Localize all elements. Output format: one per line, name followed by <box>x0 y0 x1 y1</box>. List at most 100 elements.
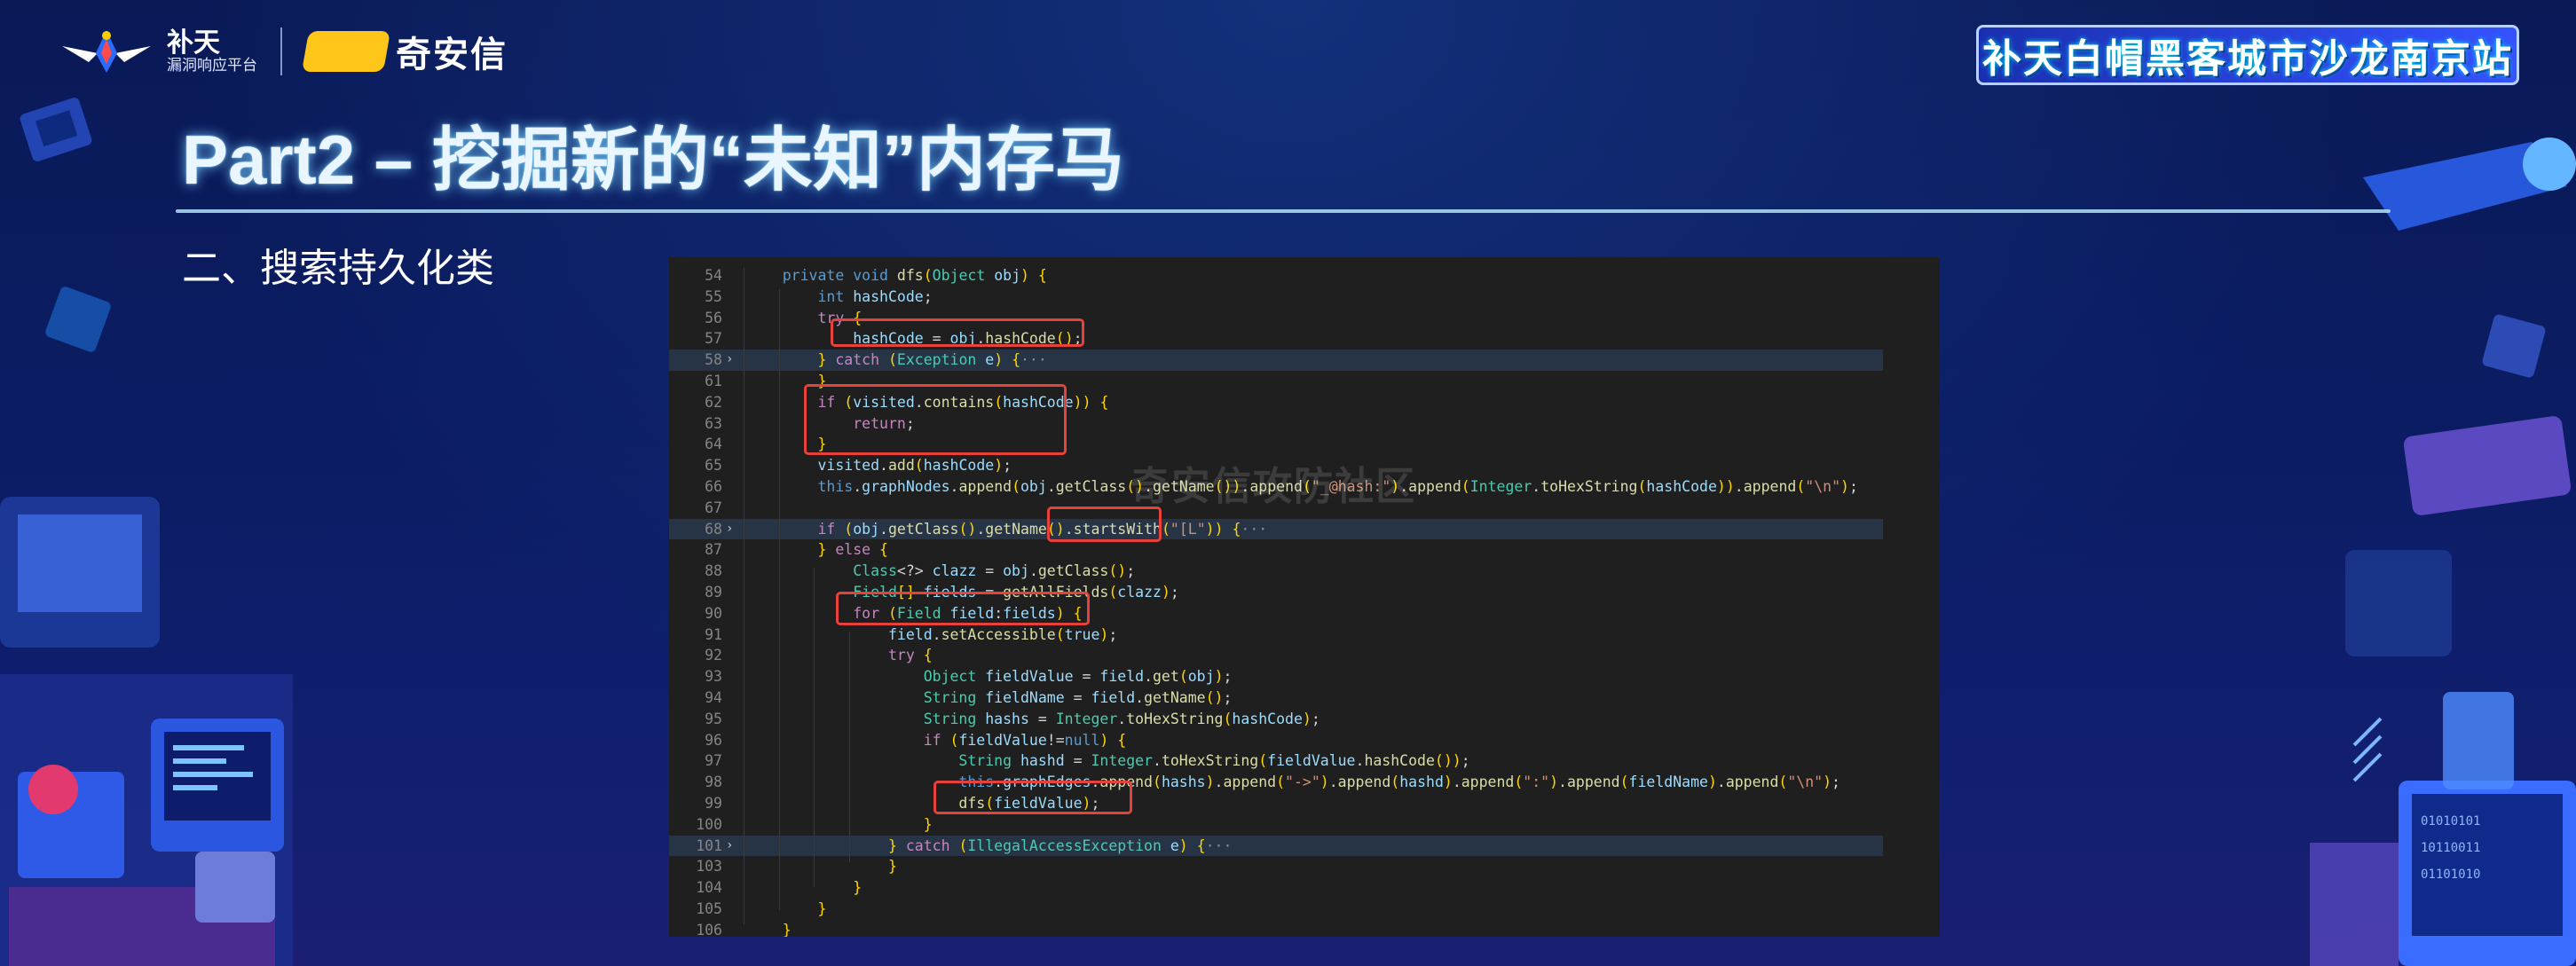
logo-name: 补天 <box>167 28 220 59</box>
line-number: 89 <box>705 584 722 601</box>
line-number: 103 <box>696 858 722 876</box>
code-text: field.setAccessible(true); <box>887 625 1118 643</box>
line-number: 63 <box>705 414 722 432</box>
line-number: 68 <box>705 520 722 538</box>
line-number: 99 <box>705 795 722 812</box>
partner-name: 奇安信 <box>396 35 508 75</box>
line-number: 94 <box>705 689 722 706</box>
code-line: 92 try { <box>669 645 1940 666</box>
line-number: 67 <box>705 499 722 516</box>
code-line: 55 int hashCode; <box>669 287 1940 308</box>
code-line: 100 } <box>669 814 1940 836</box>
code-text: try { <box>887 647 933 664</box>
code-text: Class<?> clazz = obj.getClass(); <box>853 562 1136 580</box>
code-line: 106 } <box>669 920 1940 937</box>
line-number: 66 <box>705 478 722 495</box>
code-line: 88 Class<?> clazz = obj.getClass(); <box>669 561 1940 582</box>
code-text: } catch (IllegalAccessException e) {··· <box>887 836 1233 854</box>
line-number: 93 <box>705 668 722 686</box>
line-number: 57 <box>705 330 722 348</box>
logo-subtitle: 漏洞响应平台 <box>167 57 257 75</box>
code-text: visited.add(hashCode); <box>817 457 1012 475</box>
fold-chevron-icon[interactable]: › <box>726 349 740 371</box>
line-number: 100 <box>696 815 722 833</box>
highlight-box-for-loop <box>836 592 1090 625</box>
code-line: 94 String fieldName = field.getName(); <box>669 687 1940 709</box>
fold-chevron-icon[interactable]: › <box>726 836 740 857</box>
code-text: this.graphEdges.append(hashs).append("->… <box>958 774 1840 791</box>
code-text: } catch (Exception e) {··· <box>817 351 1047 369</box>
code-text: } else { <box>817 541 888 559</box>
line-number: 96 <box>705 731 722 749</box>
code-line: 99 dfs(fieldValue); <box>669 793 1940 814</box>
code-text: } <box>923 815 933 833</box>
code-text: if (obj.getClass().getName().startsWith(… <box>817 520 1268 538</box>
code-line: 101 › } catch (IllegalAccessException e) … <box>669 835 1883 857</box>
qianxin-logo: 奇安信 <box>301 26 508 77</box>
code-line: 93 Object fieldValue = field.get(obj); <box>669 666 1940 687</box>
highlight-box-visited <box>804 384 1067 455</box>
indent-guide <box>779 289 780 910</box>
butian-logo-text: 补天 漏洞响应平台 <box>167 28 257 75</box>
line-number: 55 <box>705 287 722 305</box>
line-number: 97 <box>705 752 722 770</box>
code-line: 103 } <box>669 856 1940 877</box>
code-text: String hashs = Integer.toHexString(hashC… <box>923 710 1320 727</box>
line-number: 64 <box>705 436 722 453</box>
indent-guide <box>849 632 850 862</box>
brand-divider <box>280 27 282 75</box>
title-divider <box>176 209 2391 213</box>
code-text: } <box>887 858 897 876</box>
line-number: 98 <box>705 774 722 791</box>
code-line: 104 } <box>669 877 1940 899</box>
code-text: if (fieldValue!=null) { <box>923 731 1127 749</box>
line-number: 104 <box>696 879 722 897</box>
svg-text:01010101: 01010101 <box>2421 814 2480 829</box>
event-title-badge: 补天白帽黑客城市沙龙南京站 <box>1976 25 2519 85</box>
line-number: 65 <box>705 457 722 475</box>
svg-text:01101010: 01101010 <box>2421 868 2480 882</box>
code-text: private void dfs(Object obj) { <box>782 267 1047 284</box>
section-heading: 二、搜索持久化类 <box>182 247 494 290</box>
code-text: Object fieldValue = field.get(obj); <box>923 668 1233 686</box>
line-number: 87 <box>705 541 722 559</box>
code-line: 54 private void dfs(Object obj) { <box>669 265 1940 287</box>
line-number: 58 <box>705 351 722 369</box>
code-line: 98 this.graphEdges.append(hashs).append(… <box>669 772 1940 793</box>
line-number: 54 <box>705 267 722 284</box>
line-number: 90 <box>705 604 722 622</box>
line-number: 61 <box>705 373 722 389</box>
code-text: } <box>853 879 863 897</box>
code-line: 97 String hashd = Integer.toHexString(fi… <box>669 750 1940 772</box>
code-line: 58 › } catch (Exception e) {··· <box>669 349 1883 371</box>
line-number: 92 <box>705 647 722 664</box>
code-line: 91 field.setAccessible(true); <box>669 624 1940 646</box>
line-number: 95 <box>705 710 722 727</box>
line-number: 91 <box>705 625 722 643</box>
watermark: 奇安信攻防社区 <box>1130 465 1416 508</box>
brand-header: 补天 漏洞响应平台 奇安信 <box>62 25 508 78</box>
line-number: 106 <box>696 921 722 937</box>
code-text: } <box>782 921 792 937</box>
line-number: 62 <box>705 393 722 411</box>
butian-logo-icon <box>62 30 151 73</box>
line-number: 105 <box>696 900 722 917</box>
code-text: } <box>817 900 827 917</box>
code-editor-screenshot: 106 } 105 } 104 } 103 } 101 › } catch (Illega… <box>669 257 1940 937</box>
code-line: 105 } <box>669 899 1940 920</box>
highlight-box-hashcode <box>831 318 1084 347</box>
svg-text:10110011: 10110011 <box>2421 841 2480 855</box>
indent-guide <box>814 568 815 887</box>
highlight-box-startswith <box>1047 507 1162 542</box>
fold-chevron-icon[interactable]: › <box>726 519 740 540</box>
qianxin-badge-icon <box>301 31 391 72</box>
highlight-box-dfs-call <box>934 781 1132 814</box>
code-line: 95 String hashs = Integer.toHexString(ha… <box>669 709 1940 730</box>
code-line: 96 if (fieldValue!=null) { <box>669 730 1940 751</box>
line-number: 56 <box>705 309 722 326</box>
code-text: String hashd = Integer.toHexString(field… <box>958 752 1470 770</box>
code-line: 68 › if (obj.getClass().getName().startsW… <box>669 518 1883 540</box>
line-number: 101 <box>696 836 722 854</box>
slide-title: Part2 – 挖掘新的“未知”内存马 <box>182 121 1124 199</box>
code-line: 87 } else { <box>669 539 1940 561</box>
